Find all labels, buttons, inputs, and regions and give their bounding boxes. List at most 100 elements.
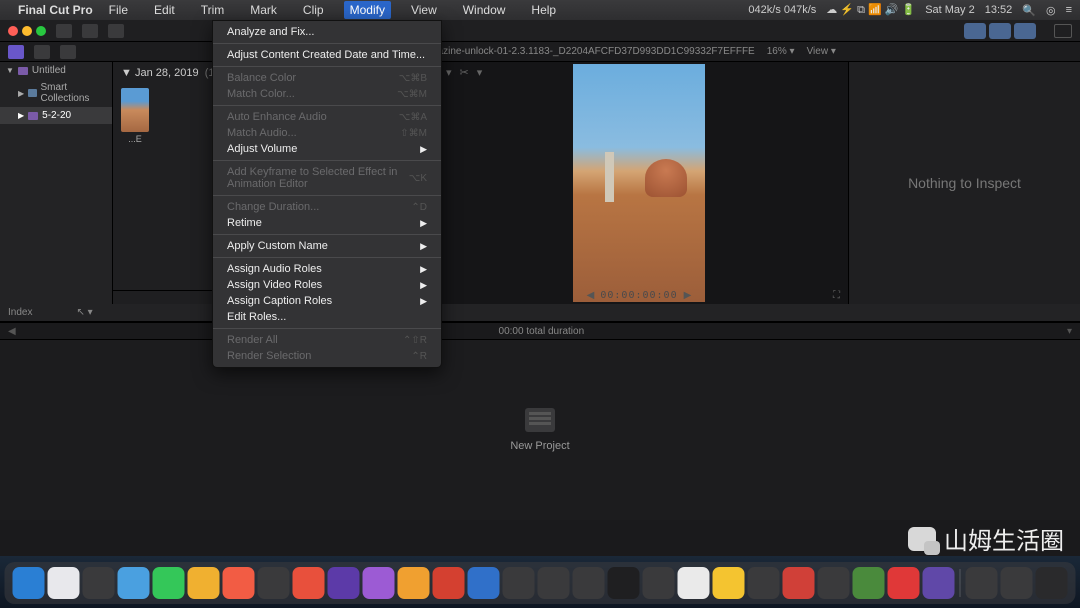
- timeline-duration: 00:00 total duration: [16, 326, 1067, 337]
- menu-item-modify[interactable]: Modify: [344, 1, 391, 19]
- sidebar-item-smart-collections[interactable]: ▶ Smart Collections: [0, 79, 112, 107]
- sidebar-item-5-2-20[interactable]: ▶ 5-2-20: [0, 107, 112, 124]
- spotlight-icon[interactable]: 🔍: [1022, 4, 1036, 17]
- dock-app-1[interactable]: [48, 567, 80, 599]
- dock-app-6[interactable]: [223, 567, 255, 599]
- dock-app-3[interactable]: [118, 567, 150, 599]
- dock-app-7[interactable]: [258, 567, 290, 599]
- titles-sidebar-icon[interactable]: [60, 45, 76, 59]
- status-icons: ☁ ⚡ ⧉ 📶 🔊 🔋: [826, 3, 915, 17]
- tl-tool-arrow[interactable]: ↖ ▾: [76, 307, 92, 318]
- dock-app-18[interactable]: [643, 567, 675, 599]
- menu-edit-roles[interactable]: Edit Roles...: [213, 309, 441, 325]
- dock-app-9[interactable]: [328, 567, 360, 599]
- dock-separator: [960, 569, 961, 597]
- window-zoom[interactable]: [36, 26, 46, 36]
- toggle-inspector[interactable]: [1014, 23, 1036, 39]
- menu-assign-audio-roles[interactable]: Assign Audio Roles▶: [213, 261, 441, 277]
- dock-app-14[interactable]: [503, 567, 535, 599]
- dock-app-28[interactable]: [1001, 567, 1033, 599]
- keyword-button[interactable]: [82, 24, 98, 38]
- dock-app-25[interactable]: [888, 567, 920, 599]
- timeline-index-button[interactable]: Index: [8, 307, 32, 318]
- siri-icon[interactable]: ◎: [1046, 4, 1056, 17]
- inspector: Nothing to Inspect: [848, 62, 1080, 304]
- dock-app-15[interactable]: [538, 567, 570, 599]
- menu-adjust-volume[interactable]: Adjust Volume▶: [213, 141, 441, 157]
- import-button[interactable]: [56, 24, 72, 38]
- timeline-history-icon[interactable]: ▾: [1067, 326, 1072, 337]
- menu-render-all: Render All⌃⇧R: [213, 332, 441, 348]
- view-menu[interactable]: View ▾: [807, 46, 836, 57]
- dock-app-12[interactable]: [433, 567, 465, 599]
- menu-separator: [213, 234, 441, 235]
- dock-app-27[interactable]: [966, 567, 998, 599]
- menu-item-trim[interactable]: Trim: [195, 1, 231, 19]
- browser-toolbar: 0 × 2560 | 6... 🎞 magazine-unlock-01-2.3…: [0, 42, 1080, 62]
- viewer-tool-4[interactable]: ▾: [477, 66, 483, 79]
- dock-app-19[interactable]: [678, 567, 710, 599]
- timeline-back-icon[interactable]: ◀: [8, 326, 16, 337]
- modify-menu-dropdown: Analyze and Fix... Adjust Content Created…: [212, 20, 442, 368]
- viewer-tool-3[interactable]: ✂: [460, 66, 469, 79]
- dock-app-13[interactable]: [468, 567, 500, 599]
- fullscreen-icon[interactable]: ⛶: [833, 290, 840, 301]
- dock-app-10[interactable]: [363, 567, 395, 599]
- dock: [5, 562, 1076, 604]
- menu-separator: [213, 160, 441, 161]
- dock-app-16[interactable]: [573, 567, 605, 599]
- dock-app-22[interactable]: [783, 567, 815, 599]
- main-area: ▼ Untitled▶ Smart Collections▶ 5-2-20 ▼ …: [0, 62, 1080, 304]
- dock-app-2[interactable]: [83, 567, 115, 599]
- menu-item-view[interactable]: View: [405, 1, 443, 19]
- menu-apply-custom-name[interactable]: Apply Custom Name▶: [213, 238, 441, 254]
- menu-item-help[interactable]: Help: [525, 1, 562, 19]
- dock-app-11[interactable]: [398, 567, 430, 599]
- menu-adjust-content-created-date-and-time[interactable]: Adjust Content Created Date and Time...: [213, 47, 441, 63]
- date: Sat May 2: [925, 4, 975, 16]
- menu-item-window[interactable]: Window: [457, 1, 512, 19]
- dock-app-5[interactable]: [188, 567, 220, 599]
- timeline[interactable]: New Project: [0, 340, 1080, 520]
- dock-app-26[interactable]: [923, 567, 955, 599]
- menu-separator: [213, 328, 441, 329]
- dock-app-23[interactable]: [818, 567, 850, 599]
- menu-item-edit[interactable]: Edit: [148, 1, 181, 19]
- watermark: 山姆生活圈: [908, 521, 1064, 556]
- zoom-level[interactable]: 16% ▾: [767, 46, 795, 57]
- dock-app-29[interactable]: [1036, 567, 1068, 599]
- menu-item-mark[interactable]: Mark: [244, 1, 283, 19]
- dock-app-4[interactable]: [153, 567, 185, 599]
- menu-retime[interactable]: Retime▶: [213, 215, 441, 231]
- clip-thumbnail[interactable]: ...E: [121, 88, 149, 144]
- menu-bar-status: 042k/s 047k/s ☁ ⚡ ⧉ 📶 🔊 🔋 Sat May 2 13:5…: [748, 3, 1072, 17]
- dock-app-8[interactable]: [293, 567, 325, 599]
- menu-item-file[interactable]: File: [103, 1, 134, 19]
- window-close[interactable]: [8, 26, 18, 36]
- window-minimize[interactable]: [22, 26, 32, 36]
- notification-center-icon[interactable]: ≡: [1066, 4, 1072, 16]
- viewer-canvas[interactable]: [573, 64, 705, 302]
- toggle-browser[interactable]: [964, 23, 986, 39]
- dock-app-21[interactable]: [748, 567, 780, 599]
- menu-assign-video-roles[interactable]: Assign Video Roles▶: [213, 277, 441, 293]
- app-name[interactable]: Final Cut Pro: [18, 3, 93, 17]
- play-next-icon[interactable]: ▶: [684, 290, 692, 301]
- viewer-timecode: 00:00:00:00: [600, 290, 677, 301]
- toggle-timeline[interactable]: [989, 23, 1011, 39]
- menu-assign-caption-roles[interactable]: Assign Caption Roles▶: [213, 293, 441, 309]
- libraries-sidebar-icon[interactable]: [8, 45, 24, 59]
- bg-tasks-button[interactable]: [108, 24, 124, 38]
- new-project-icon[interactable]: [525, 408, 555, 432]
- photos-sidebar-icon[interactable]: [34, 45, 50, 59]
- share-button[interactable]: [1054, 24, 1072, 38]
- dock-app-20[interactable]: [713, 567, 745, 599]
- play-prev-icon[interactable]: ◀: [587, 290, 595, 301]
- dock-app-24[interactable]: [853, 567, 885, 599]
- viewer-tool-2[interactable]: ▾: [446, 66, 452, 79]
- menu-item-clip[interactable]: Clip: [297, 1, 330, 19]
- dock-app-0[interactable]: [13, 567, 45, 599]
- dock-app-17[interactable]: [608, 567, 640, 599]
- menu-analyze-and-fix[interactable]: Analyze and Fix...: [213, 24, 441, 40]
- sidebar-item-untitled[interactable]: ▼ Untitled: [0, 62, 112, 79]
